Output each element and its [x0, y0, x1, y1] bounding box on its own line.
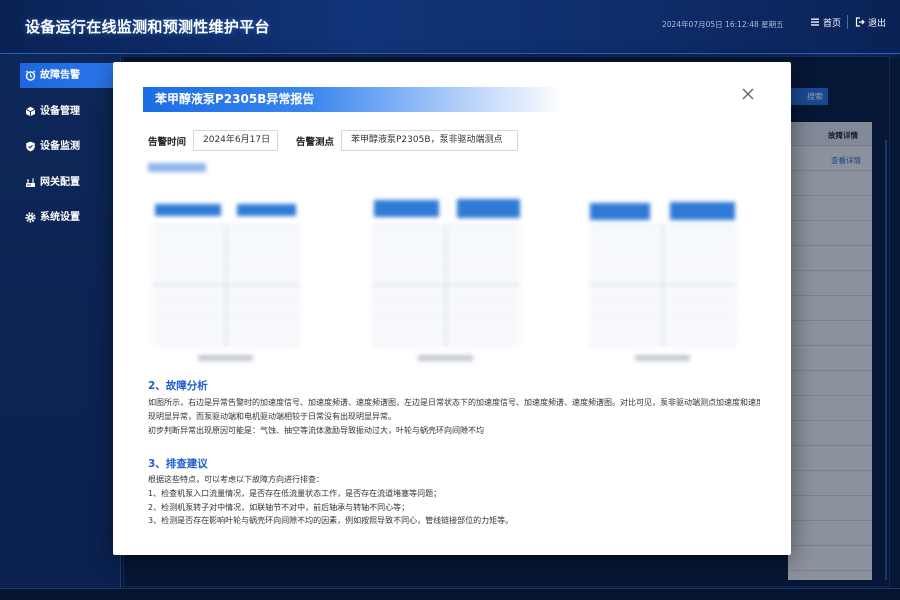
- cube-icon: [25, 106, 36, 117]
- suggestion-text-line: 2、检测机泵转子对中情况，如联轴节不对中，前后轴承与转轴不同心等；: [148, 503, 410, 512]
- modal-title-bar: 苯甲醇液泵P2305B异常报告: [143, 87, 563, 112]
- sidebar-item-system-settings[interactable]: 系统设置: [0, 205, 121, 230]
- sidebar: 故障告警 设备管理 设备监测 网关配置 系统设置: [0, 55, 121, 588]
- alarm-point-label: 告警测点: [296, 137, 335, 148]
- sidebar-item-label: 设备监测: [40, 141, 80, 152]
- shield-icon: [25, 141, 36, 152]
- blurred-section-heading: [148, 163, 206, 172]
- top-header: 设备运行在线监测和预测性维护平台 2024年07月05日 16:12:48 星期…: [0, 0, 900, 54]
- logout-icon: [855, 17, 865, 27]
- app-title: 设备运行在线监测和预测性维护平台: [25, 18, 270, 36]
- analysis-text-line: 初步判断异常出现原因可能是：气蚀、抽空等流体激励导致振动过大，叶轮与蜗壳环向间隙…: [148, 426, 484, 435]
- close-button[interactable]: [738, 84, 758, 104]
- fault-analysis-heading: 2、故障分析: [148, 380, 208, 392]
- alarm-time-label: 告警时间: [148, 137, 187, 148]
- sidebar-item-device-management[interactable]: 设备管理: [0, 99, 121, 124]
- bottom-bar: [0, 588, 900, 600]
- menu-icon: [810, 17, 820, 27]
- home-label: 首页: [823, 18, 842, 29]
- blurred-chart-image: [368, 195, 523, 365]
- router-icon: [25, 177, 36, 188]
- blurred-chart-image: [585, 195, 740, 365]
- blurred-chart-image: [148, 195, 303, 365]
- nav-divider: [847, 15, 848, 29]
- analysis-text-line: 现明显异常，而泵驱动端和电机驱动端相较于日常没有出现明显异常。: [148, 412, 396, 421]
- sidebar-item-label: 设备管理: [40, 106, 80, 117]
- gear-icon: [25, 212, 36, 223]
- alarm-time-field[interactable]: 2024年6月17日: [193, 130, 278, 151]
- troubleshooting-heading: 3、排查建议: [148, 458, 208, 470]
- suggestion-text-line: 根据这些特点，可以考虑以下故障方向进行排查：: [148, 475, 324, 484]
- suggestion-text-line: 1、检查机泵入口流量情况，是否存在低流量状态工作，是否存在流道堵塞等问题；: [148, 489, 442, 498]
- close-icon: [738, 88, 758, 108]
- logout-label: 退出: [868, 18, 887, 29]
- logout-button[interactable]: 退出: [855, 15, 886, 29]
- alarm-icon: [25, 70, 36, 81]
- sidebar-item-gateway-config[interactable]: 网关配置: [0, 170, 121, 195]
- analysis-text-line: 如图所示，右边是异常告警时的加速度信号、加速度频谱、速度频谱图，左边是日常状态下…: [148, 398, 760, 407]
- anomaly-report-modal: 苯甲醇液泵P2305B异常报告 告警时间 2024年6月17日 告警测点 苯甲醇…: [113, 62, 791, 555]
- sidebar-item-label: 网关配置: [40, 177, 80, 188]
- modal-title: 苯甲醇液泵P2305B异常报告: [155, 92, 315, 106]
- sidebar-item-fault-alarm[interactable]: 故障告警: [0, 63, 121, 88]
- home-button[interactable]: 首页: [810, 15, 841, 29]
- sidebar-item-label: 故障告警: [40, 70, 80, 81]
- sidebar-item-device-monitoring[interactable]: 设备监测: [0, 134, 121, 159]
- datetime-display: 2024年07月05日 16:12:48 星期五: [662, 20, 784, 29]
- suggestion-text-line: 3、检测是否存在影响叶轮与蜗壳环向间隙不均的因素，例如按照导致不同心，管线链接部…: [148, 516, 514, 525]
- alarm-point-field[interactable]: 苯甲醇液泵P2305B，泵非驱动端测点: [341, 130, 518, 151]
- sidebar-item-label: 系统设置: [40, 212, 80, 223]
